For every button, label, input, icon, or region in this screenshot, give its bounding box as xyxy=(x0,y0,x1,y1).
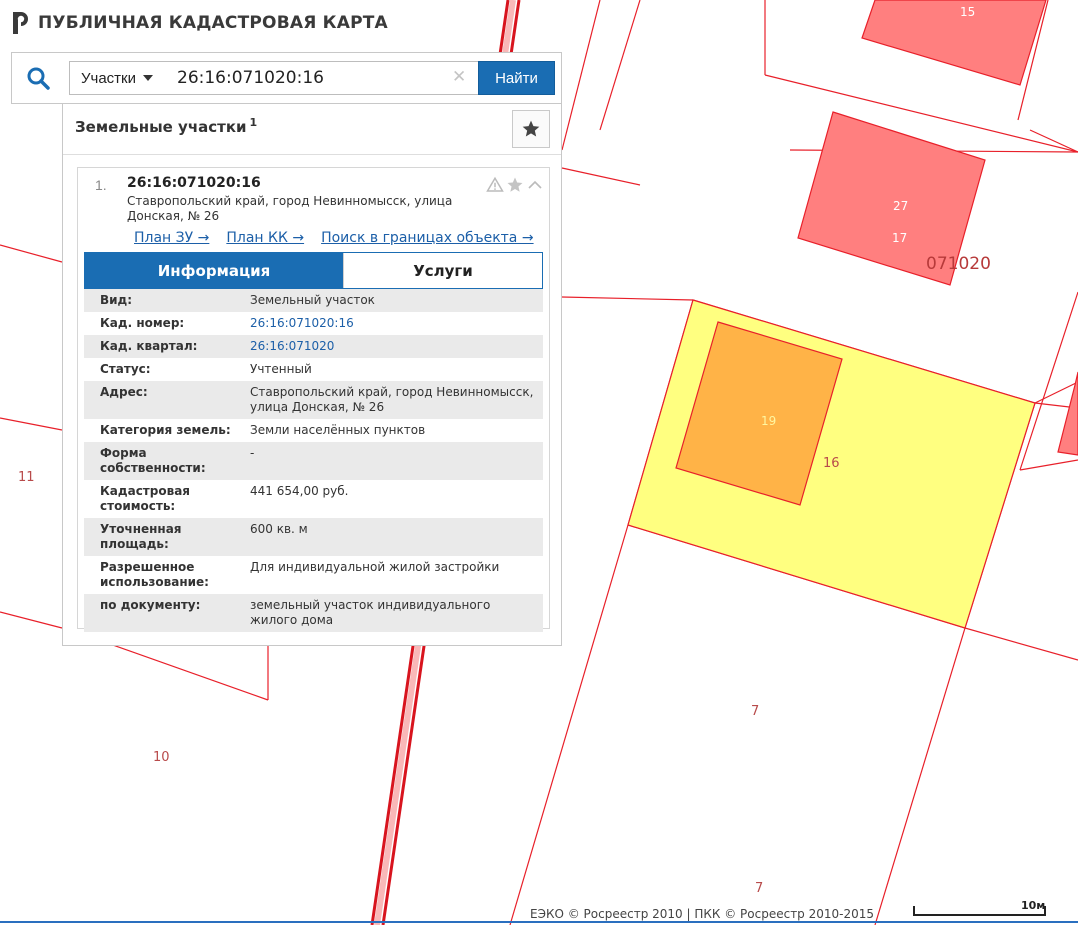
search-input[interactable] xyxy=(163,61,479,95)
quarter-label: 071020 xyxy=(926,254,991,274)
app-title: ПУБЛИЧНАЯ КАДАСТРОВАЯ КАРТА xyxy=(38,13,388,33)
row-key: Вид: xyxy=(100,293,133,307)
row-key: Адрес: xyxy=(100,385,148,399)
row-value: 600 кв. м xyxy=(250,522,308,536)
chevron-down-icon xyxy=(143,75,153,81)
table-row: Разрешенное использование: Для индивидуа… xyxy=(84,556,543,594)
search-type-select[interactable]: Участки xyxy=(69,61,164,95)
star-icon[interactable] xyxy=(506,176,524,194)
panel-title: Земельные участки 1 xyxy=(75,116,257,136)
search-type-label: Участки xyxy=(81,69,136,87)
row-key: по документу: xyxy=(100,598,201,612)
copyright: ЕЭКО © Росреестр 2010 | ПКК © Росреестр … xyxy=(530,907,875,921)
building-right[interactable] xyxy=(1057,371,1078,456)
result-actions xyxy=(486,176,544,194)
result-index: 1. xyxy=(95,177,107,193)
panel-divider xyxy=(63,154,561,155)
row-key: Кад. номер: xyxy=(100,316,185,330)
table-row: Статус: Учтенный xyxy=(84,358,543,381)
row-key: Уточненная площадь: xyxy=(100,522,182,551)
info-table: Вид: Земельный участок Кад. номер: 26:16… xyxy=(84,289,543,632)
tab-information[interactable]: Информация xyxy=(85,253,343,288)
table-row: Кадастровая стоимость: 441 654,00 руб. xyxy=(84,480,543,518)
bottom-border xyxy=(0,921,1078,923)
row-value: Земли населённых пунктов xyxy=(250,423,426,437)
star-icon xyxy=(522,120,540,137)
results-panel: Земельные участки 1 1. 26:16:071020:16 Ст… xyxy=(62,104,562,646)
favorites-button[interactable] xyxy=(512,110,550,148)
table-row: по документу: земельный участок индивиду… xyxy=(84,594,543,632)
results-count: 1 xyxy=(249,116,258,129)
row-value: - xyxy=(250,446,255,460)
row-key: Кадастровая стоимость: xyxy=(100,484,190,513)
plan-zu-link[interactable]: План ЗУ → xyxy=(134,230,209,246)
plan-kk-link[interactable]: План КК → xyxy=(226,230,304,246)
row-key: Кад. квартал: xyxy=(100,339,198,353)
table-row: Кад. квартал: 26:16:071020 xyxy=(84,335,543,358)
row-value: Земельный участок xyxy=(250,293,375,307)
scale-label: 10м xyxy=(1021,899,1046,912)
cadastral-quarter-link[interactable]: 26:16:071020 xyxy=(234,335,543,358)
result-address: Ставропольский край, город Невинномысск,… xyxy=(127,194,453,223)
row-value: Для индивидуальной жилой застройки xyxy=(250,560,500,574)
table-row: Кад. номер: 26:16:071020:16 xyxy=(84,312,543,335)
result-card: 1. 26:16:071020:16 Ставропольский край, … xyxy=(77,167,550,632)
table-row: Категория земель: Земли населённых пункт… xyxy=(84,419,543,442)
parcel-label-7a: 7 xyxy=(751,704,760,719)
parcel-label-16: 16 xyxy=(823,456,840,471)
table-row: Форма собственности: - xyxy=(84,442,543,480)
building-15[interactable] xyxy=(861,0,1047,86)
table-row: Уточненная площадь: 600 кв. м xyxy=(84,518,543,556)
search-icon[interactable] xyxy=(26,66,52,92)
parcel-label-10: 10 xyxy=(153,750,170,765)
row-key: Категория земель: xyxy=(100,423,231,437)
building-label-27: 27 xyxy=(893,199,909,213)
table-row: Адрес: Ставропольский край, город Невинн… xyxy=(84,381,543,419)
search-within-object-link[interactable]: Поиск в границах объекта → xyxy=(321,230,534,246)
building-label-19: 19 xyxy=(761,414,777,428)
building-label-17: 17 xyxy=(892,231,908,245)
rosreestr-logo-icon[interactable] xyxy=(10,10,30,36)
result-cadastral-number[interactable]: 26:16:071020:16 xyxy=(127,175,261,191)
row-value: 441 654,00 руб. xyxy=(250,484,349,498)
parcel-label-11: 11 xyxy=(18,470,35,485)
row-key: Форма собственности: xyxy=(100,446,206,475)
row-value: Ставропольский край, город Невинномысск,… xyxy=(250,385,534,414)
result-links: План ЗУ → План КК → Поиск в границах объ… xyxy=(134,230,534,246)
panel-title-text: Земельные участки xyxy=(75,118,247,136)
chevron-up-icon[interactable] xyxy=(526,176,544,194)
row-value: Учтенный xyxy=(250,362,312,376)
cadastral-number-link[interactable]: 26:16:071020:16 xyxy=(234,312,543,335)
row-key: Статус: xyxy=(100,362,151,376)
row-value: земельный участок индивидуального жилого… xyxy=(250,598,491,627)
app-header: ПУБЛИЧНАЯ КАДАСТРОВАЯ КАРТА xyxy=(10,8,388,38)
clear-icon[interactable]: ✕ xyxy=(452,67,466,87)
tab-services[interactable]: Услуги xyxy=(343,253,542,288)
row-key: Разрешенное использование: xyxy=(100,560,209,589)
warning-icon[interactable] xyxy=(486,176,504,194)
table-row: Вид: Земельный участок xyxy=(84,289,543,312)
search-bar: Участки ✕ Найти xyxy=(11,52,562,104)
building-label-15: 15 xyxy=(960,5,976,19)
parcel-label-7b: 7 xyxy=(755,881,764,896)
result-tabs: Информация Услуги xyxy=(84,252,543,289)
find-button[interactable]: Найти xyxy=(478,61,555,95)
